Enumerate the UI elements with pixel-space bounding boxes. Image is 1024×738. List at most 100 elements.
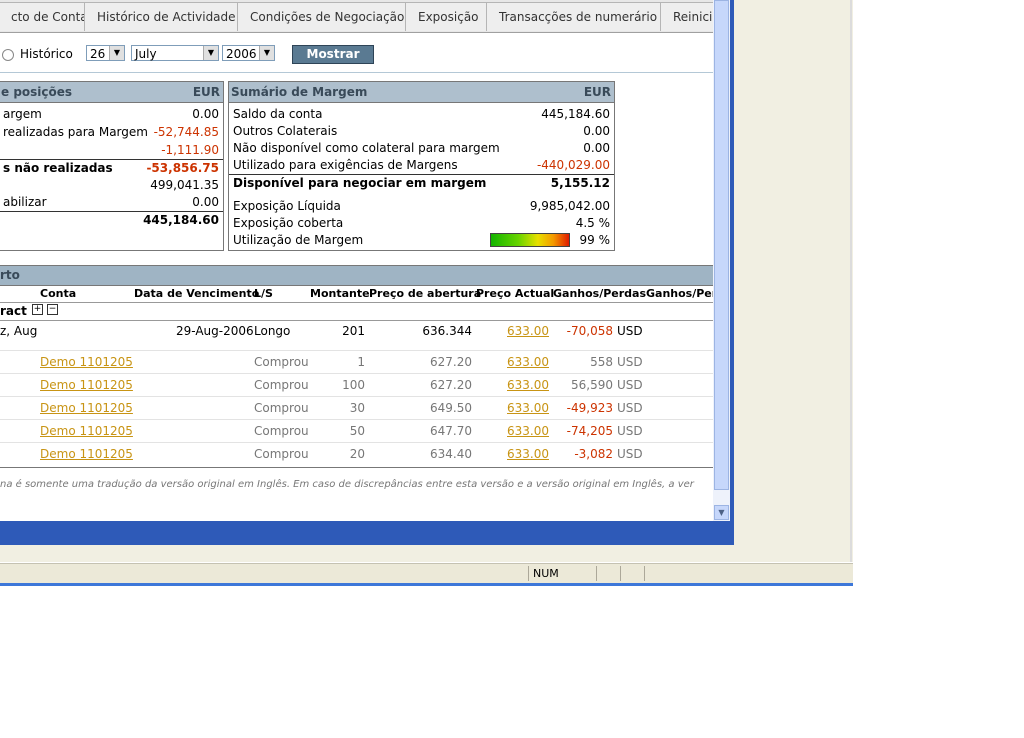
trade-ls: Comprou (254, 447, 309, 461)
expand-icon[interactable]: + (32, 304, 43, 315)
trade-ls: Comprou (254, 378, 309, 392)
scroll-down-icon[interactable]: ▼ (714, 505, 729, 520)
margin-row: Outros Colaterais 0.00 (229, 123, 614, 140)
trade-current-price-link[interactable]: 633.00 (507, 401, 549, 415)
trade-account-link[interactable]: Demo 1101205 (40, 355, 133, 369)
row-value: 9,985,042.00 (529, 199, 610, 213)
date-controls: Histórico 26 ▼ July ▼ 2006 ▼ Mostrar (0, 40, 713, 68)
trade-current-price-link[interactable]: 633.00 (507, 378, 549, 392)
trade-account-link[interactable]: Demo 1101205 (40, 447, 133, 461)
status-cell (596, 566, 619, 581)
col-conta: Conta (40, 287, 77, 300)
row-value: 445,184.60 (143, 213, 219, 227)
summary-row: 499,041.35 (0, 177, 223, 194)
trade-ls: Comprou (254, 424, 309, 438)
tab-condicoes-negociacao[interactable]: Condições de Negociação (237, 2, 418, 31)
trade-ccy: USD (617, 355, 643, 369)
summary-row: 445,184.60 (0, 212, 223, 229)
row-value: -52,744.85 (153, 125, 219, 139)
trade-amount: 100 (342, 378, 365, 392)
row-value: 0.00 (583, 141, 610, 155)
row-label: argem (3, 107, 42, 121)
divider (0, 302, 713, 303)
summary-amount: 201 (342, 324, 365, 338)
row-value: -53,856.75 (146, 161, 219, 175)
collapse-icon[interactable]: − (47, 304, 58, 315)
trade-current-price-link[interactable]: 633.00 (507, 447, 549, 461)
day-value: 26 (90, 47, 106, 61)
trade-current-price-link[interactable]: 633.00 (507, 355, 549, 369)
frame-corner (713, 521, 734, 545)
positions-title: rto (0, 268, 20, 282)
summary-current-price-link[interactable]: 633.00 (507, 324, 549, 338)
divider (0, 350, 713, 351)
row-label: Utilizado para exigências de Margens (233, 158, 458, 172)
panel-currency: EUR (192, 85, 220, 99)
chevron-down-icon: ▼ (259, 46, 274, 60)
row-value: 0.00 (583, 124, 610, 138)
panel-currency: EUR (583, 85, 611, 99)
scroll-thumb[interactable] (714, 0, 729, 490)
row-label: Utilização de Margem (233, 233, 364, 247)
col-ls: L/S (254, 287, 273, 300)
trade-current-price-link[interactable]: 633.00 (507, 424, 549, 438)
row-label: s não realizadas (3, 161, 113, 175)
year-value: 2006 (226, 47, 257, 61)
chevron-down-icon: ▼ (203, 46, 218, 60)
margin-utilization-gauge (490, 233, 570, 247)
row-label: abilizar (3, 195, 47, 209)
trade-amount: 30 (349, 401, 365, 415)
tab-reiniciar[interactable]: Reinicia (660, 2, 713, 31)
trade-ccy: USD (617, 378, 643, 392)
trade-open-price: 627.20 (430, 378, 472, 392)
margin-row: Disponível para negociar em margem 5,155… (229, 175, 614, 192)
tab-transaccoes-numerario[interactable]: Transacções de numerário (486, 2, 671, 31)
summary-row: -1,111.90 (0, 142, 223, 159)
status-bar: NUM (0, 563, 853, 584)
row-value: 99 % (579, 233, 611, 247)
trade-open-price: 627.20 (430, 355, 472, 369)
month-value: July (135, 47, 157, 61)
trade-pl: -49,923 (566, 401, 613, 415)
trade-account-link[interactable]: Demo 1101205 (40, 401, 133, 415)
row-label: Disponível para negociar em margem (233, 176, 487, 190)
group-label: ract (0, 304, 27, 318)
row-value: 499,041.35 (150, 178, 219, 192)
year-select[interactable]: 2006 ▼ (222, 45, 275, 61)
month-select[interactable]: July ▼ (131, 45, 219, 61)
trade-open-price: 634.40 (430, 447, 472, 461)
num-lock-indicator: NUM (528, 566, 565, 581)
content-frame: cto de Conta Histórico de Actividade Con… (0, 0, 734, 545)
trade-ls: Comprou (254, 355, 309, 369)
tab-bar: cto de Conta Histórico de Actividade Con… (0, 0, 713, 33)
tab-exposicao[interactable]: Exposição (405, 2, 492, 31)
trade-ccy: USD (617, 401, 643, 415)
summary-row: s não realizadas -53,856.75 (0, 160, 223, 177)
show-button[interactable]: Mostrar (292, 45, 374, 64)
margin-row: Não disponível como colateral para marge… (229, 140, 614, 157)
browser-window: cto de Conta Histórico de Actividade Con… (0, 0, 853, 562)
row-value: 0.00 (192, 107, 219, 121)
row-value: 5,155.12 (550, 176, 610, 190)
margin-summary-panel: Sumário de Margem EUR Saldo da conta 445… (228, 81, 615, 251)
panel-title: Sumário de Margem (231, 85, 368, 99)
historico-radio[interactable] (2, 49, 14, 61)
trade-account-link[interactable]: Demo 1101205 (40, 424, 133, 438)
vertical-scrollbar[interactable]: ▼ (713, 0, 730, 521)
day-select[interactable]: 26 ▼ (86, 45, 125, 61)
col-ganhos-perdas-2: Ganhos/Per (646, 287, 713, 300)
summary-row: abilizar 0.00 (0, 194, 223, 211)
tab-historico-actividade[interactable]: Histórico de Actividade (84, 2, 249, 31)
trade-account-link[interactable]: Demo 1101205 (40, 378, 133, 392)
panel-header: e posições EUR (0, 82, 223, 103)
summary-row: argem 0.00 (0, 106, 223, 123)
col-preco-actual: Preço Actual (476, 287, 555, 300)
divider (0, 396, 713, 397)
row-value: 445,184.60 (541, 107, 610, 121)
row-label: Saldo da conta (233, 107, 323, 121)
status-cell (620, 566, 643, 581)
col-data-vencimento: Data de Vencimento (134, 287, 260, 300)
col-montante: Montante (310, 287, 370, 300)
trade-amount: 50 (349, 424, 365, 438)
summary-ccy: USD (617, 324, 643, 338)
